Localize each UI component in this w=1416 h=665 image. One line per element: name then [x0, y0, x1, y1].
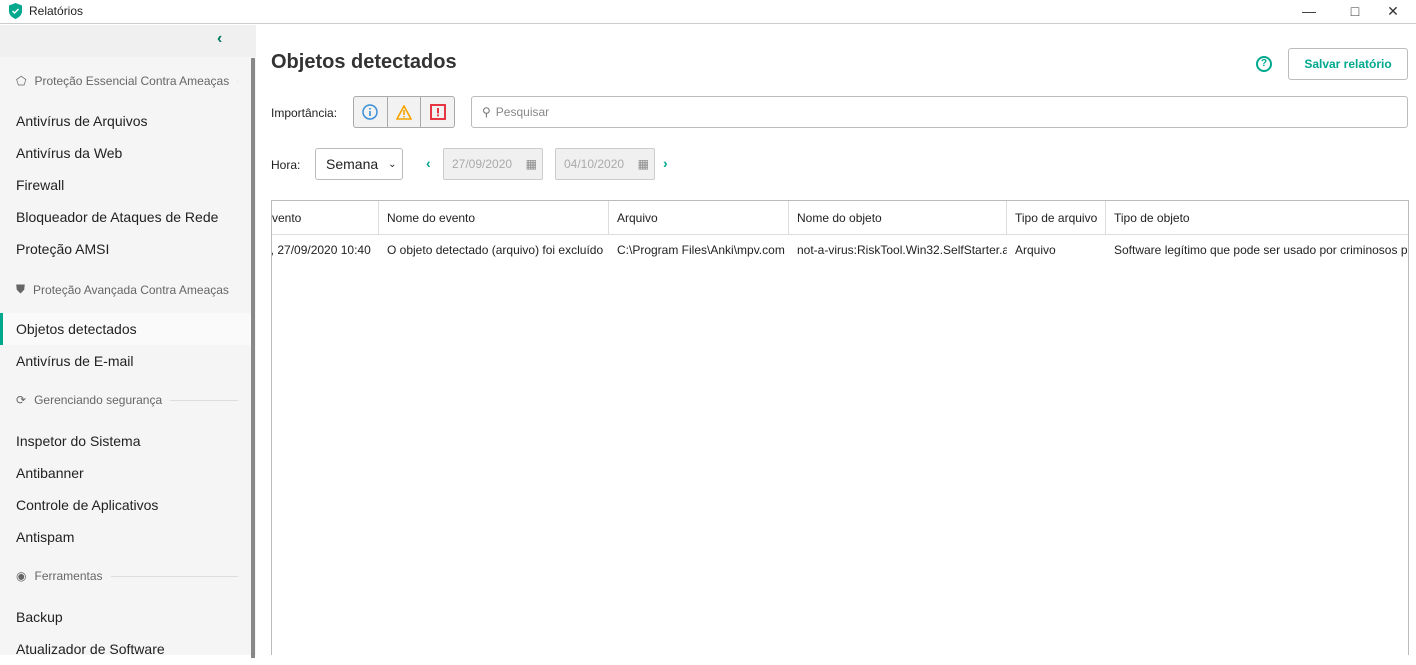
column-header-event-time[interactable]: vento — [272, 201, 379, 235]
section-advanced: ⛊ Proteção Avançada Contra Ameaças — [16, 282, 229, 297]
calendar-icon: ▦ — [525, 157, 537, 171]
help-icon[interactable]: ? — [1256, 56, 1272, 72]
section-essential: ⬠ Proteção Essencial Contra Ameaças — [16, 74, 238, 88]
next-period-button[interactable]: › — [663, 155, 668, 171]
sidebar-item-detected-objects[interactable]: Objetos detectados — [0, 313, 251, 345]
sidebar-item-web-antivirus[interactable]: Antivírus da Web — [0, 137, 251, 169]
shield-outline-icon: ⬠ — [16, 74, 27, 88]
window-title: Relatórios — [29, 4, 84, 18]
previous-period-button[interactable]: ‹ — [426, 155, 431, 171]
sidebar-item-mail-antivirus[interactable]: Antivírus de E-mail — [0, 345, 251, 377]
table-row[interactable]: e, 27/09/2020 10:40 O objeto detectado (… — [271, 233, 1408, 267]
chevron-down-icon: ⌄ — [388, 158, 397, 170]
importance-label: Importância: — [271, 106, 338, 120]
sidebar: ‹ ⬠ Proteção Essencial Contra Ameaças Ant… — [0, 25, 256, 658]
table-header: vento Nome do evento Arquivo Nome do obj… — [272, 201, 1408, 235]
info-filter-button[interactable] — [354, 97, 388, 127]
refresh-shield-icon: ⟳ — [16, 393, 27, 407]
critical-filter-button[interactable] — [421, 97, 454, 127]
date-from-field[interactable]: 27/09/2020 ▦ — [443, 148, 543, 180]
section-security-management: ⟳ Gerenciando segurança — [16, 393, 238, 407]
sidebar-item-app-control[interactable]: Controle de Aplicativos — [0, 489, 251, 521]
minimize-button[interactable]: — — [1286, 0, 1332, 22]
info-icon — [362, 104, 379, 120]
chevron-left-icon: ‹ — [217, 30, 223, 47]
collapse-sidebar-button[interactable]: ‹ — [0, 25, 256, 57]
app-shield-icon — [9, 3, 22, 19]
save-report-button[interactable]: Salvar relatório — [1288, 48, 1408, 80]
sidebar-item-antibanner[interactable]: Antibanner — [0, 457, 251, 489]
column-header-file-type[interactable]: Tipo de arquivo — [1007, 201, 1106, 235]
tools-icon: ◉ — [16, 569, 27, 583]
sidebar-item-network-attack-blocker[interactable]: Bloqueador de Ataques de Rede — [0, 201, 251, 233]
cell-file: C:\Program Files\Anki\mpv.com — [617, 243, 785, 257]
title-bar: Relatórios — □ ✕ — [0, 0, 1416, 24]
sidebar-item-software-updater[interactable]: Atualizador de Software — [0, 633, 251, 665]
sidebar-scrollbar[interactable] — [251, 58, 255, 658]
page-title: Objetos detectados — [271, 51, 457, 73]
cell-object-type: Software legítimo que pode ser usado por… — [1114, 243, 1408, 257]
warning-filter-button[interactable] — [388, 97, 422, 127]
date-to-field[interactable]: 04/10/2020 ▦ — [555, 148, 655, 180]
critical-icon — [429, 104, 446, 120]
sidebar-item-amsi[interactable]: Proteção AMSI — [0, 233, 251, 265]
detected-objects-table: vento Nome do evento Arquivo Nome do obj… — [271, 200, 1409, 655]
sidebar-item-system-watcher[interactable]: Inspetor do Sistema — [0, 425, 251, 457]
column-header-object-name[interactable]: Nome do objeto — [789, 201, 1007, 235]
search-input[interactable] — [495, 105, 1407, 119]
warning-icon — [396, 104, 412, 120]
column-header-object-type[interactable]: Tipo de objeto — [1106, 201, 1408, 235]
time-label: Hora: — [271, 158, 301, 172]
sidebar-item-file-antivirus[interactable]: Antivírus de Arquivos — [0, 105, 251, 137]
column-header-file[interactable]: Arquivo — [609, 201, 789, 235]
search-icon: ⚲ — [482, 105, 491, 119]
calendar-icon: ▦ — [637, 157, 649, 171]
close-button[interactable]: ✕ — [1370, 0, 1416, 22]
sidebar-item-backup[interactable]: Backup — [0, 601, 251, 633]
sidebar-item-firewall[interactable]: Firewall — [0, 169, 251, 201]
column-header-event-name[interactable]: Nome do evento — [379, 201, 609, 235]
importance-filter — [353, 96, 455, 128]
shield-filled-icon: ⛊ — [16, 282, 26, 296]
cell-event-name: O objeto detectado (arquivo) foi excluíd… — [387, 243, 604, 257]
sidebar-item-antispam[interactable]: Antispam — [0, 521, 251, 553]
cell-file-type: Arquivo — [1015, 243, 1056, 257]
search-box[interactable]: ⚲ — [471, 96, 1408, 128]
section-tools: ◉ Ferramentas — [16, 569, 238, 583]
cell-object-name: not-a-virus:RiskTool.Win32.SelfStarter.a — [797, 243, 1007, 257]
period-select[interactable]: Semana ⌄ — [315, 148, 403, 180]
cell-event-time: e, 27/09/2020 10:40 — [271, 243, 371, 257]
